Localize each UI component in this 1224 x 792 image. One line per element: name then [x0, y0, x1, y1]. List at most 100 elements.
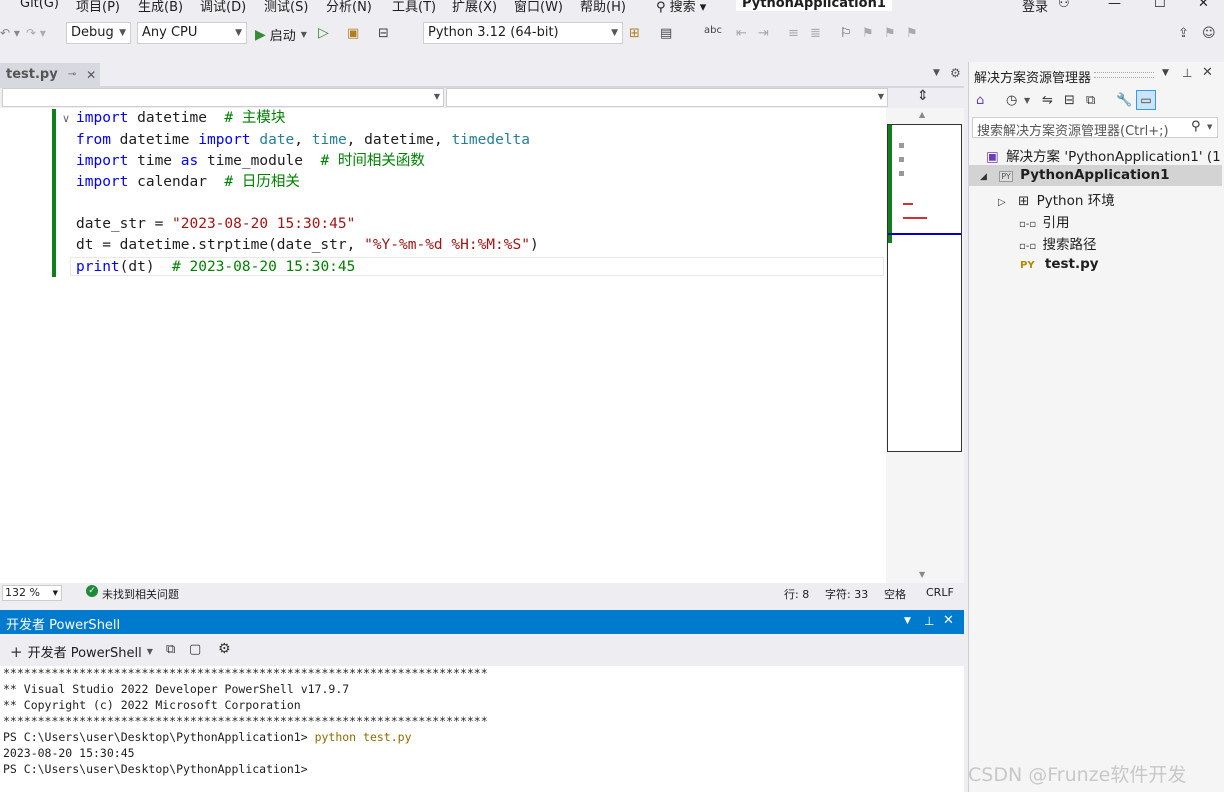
switch-views-icon[interactable]: ⌂ [976, 93, 984, 108]
tree-item-references[interactable]: ▫-▫ 引用 [1019, 211, 1069, 231]
menu-project[interactable]: 项目(P) [76, 0, 120, 14]
uncomment-icon[interactable]: ≣ [810, 26, 821, 41]
folder-icon[interactable]: ▣ [347, 26, 359, 41]
feedback-icon[interactable]: ☺ [1202, 26, 1216, 41]
menu-window[interactable]: 窗口(W) [514, 0, 563, 14]
menu-extensions[interactable]: 扩展(X) [452, 0, 497, 14]
issues-status[interactable]: 未找到相关问题 [102, 586, 179, 602]
sync-icon[interactable]: ⇋ [1042, 93, 1053, 108]
start-without-debugging-icon[interactable]: ▷ [318, 25, 329, 41]
nav-scope-dropdown[interactable]: ▼ [2, 88, 444, 107]
comment-icon[interactable]: ≡ [788, 26, 799, 41]
pin-icon[interactable]: ⊥ [924, 614, 934, 628]
bookmark-icon[interactable]: ⚐ [840, 26, 852, 41]
scroll-down-icon[interactable]: ▼ [919, 570, 925, 579]
menu-debug[interactable]: 调试(D) [200, 0, 246, 14]
expand-arrow-icon[interactable]: ◢ [980, 172, 987, 182]
comment: # 日历相关 [224, 174, 300, 190]
window-layout-icon[interactable]: ▤ [660, 26, 672, 41]
start-label: 启动 [269, 29, 296, 44]
close-icon[interactable]: ✕ [1202, 65, 1213, 80]
indent-icon[interactable]: ⇤ [736, 26, 747, 41]
column-indicator[interactable]: 字符: 33 [825, 586, 868, 602]
line-indicator[interactable]: 行: 8 [784, 586, 809, 602]
tree-item-python-env[interactable]: ▷ ⊞ Python 环境 [998, 189, 1115, 209]
tree-item-solution[interactable]: ▣ 解决方案 'PythonApplication1' (1 个 [986, 145, 1224, 165]
menu-build[interactable]: 生成(B) [138, 0, 183, 14]
pin-icon[interactable]: ⊸ [68, 69, 76, 80]
scrollbar-map[interactable] [887, 124, 962, 452]
preview-icon[interactable]: ▭ [1136, 90, 1156, 110]
zoom-dropdown[interactable]: 132 % ▼ [2, 585, 62, 601]
minimize-icon[interactable]: — [1108, 0, 1121, 11]
menu-analyze[interactable]: 分析(N) [326, 0, 372, 14]
start-button[interactable]: ▶ 启动 ▼ [255, 25, 307, 45]
clear-bookmarks-icon[interactable]: ⚑ [906, 26, 918, 41]
nav-member-dropdown[interactable]: ▼ [446, 88, 888, 107]
code-line-1: import datetime # 主模块 [76, 108, 285, 129]
next-bookmark-icon[interactable]: ⚑ [884, 26, 896, 41]
collapse-all-icon[interactable]: ⊟ [1064, 93, 1075, 108]
close-icon[interactable]: ✕ [943, 613, 954, 628]
menu-help[interactable]: 帮助(H) [580, 0, 626, 14]
split-editor-icon[interactable]: ⇕ [917, 88, 929, 104]
code-line-6: date_str = "2023-08-20 15:30:45" [76, 214, 355, 235]
tree-item-search-paths[interactable]: ▫-▫ 搜索路径 [1019, 233, 1096, 253]
spell-check-icon[interactable]: abc [704, 25, 722, 36]
live-share-icon[interactable]: ⇪ [1178, 26, 1189, 41]
paste-icon[interactable]: ▢ [189, 642, 201, 657]
collapse-icon[interactable]: ∨ [62, 112, 70, 125]
redo-icon[interactable]: ↷ ▾ [26, 26, 46, 40]
powershell-console[interactable]: ****************************************… [0, 666, 964, 792]
window-menu-icon[interactable]: ▼ [1162, 68, 1169, 78]
code-line-8: print(dt) # 2023-08-20 15:30:45 [76, 257, 355, 278]
menu-tools[interactable]: 工具(T) [392, 0, 436, 14]
scroll-up-icon[interactable]: ▲ [919, 110, 925, 119]
tab-test-py[interactable]: test.py ⊸ ✕ [0, 63, 100, 86]
drag-grip[interactable] [1094, 72, 1154, 78]
close-icon[interactable]: ✕ [86, 68, 96, 82]
tab-list-dropdown-icon[interactable]: ▼ [933, 68, 940, 78]
window-menu-icon[interactable]: ▼ [904, 616, 911, 626]
tree-item-project[interactable]: ◢ PY PythonApplication1 [980, 167, 1169, 183]
account-icon[interactable]: ⚇ [1058, 0, 1070, 11]
search-menu[interactable]: ⚲ 搜索 ▾ [656, 0, 706, 14]
tree-item-label: 搜索路径 [1042, 237, 1097, 253]
properties-icon[interactable]: 🔧 [1116, 93, 1132, 108]
show-all-files-icon[interactable]: ⧉ [1086, 93, 1095, 108]
gear-icon[interactable]: ⚙ [950, 66, 961, 80]
keyword: import [76, 110, 129, 126]
keyword: import [76, 153, 129, 169]
gear-icon[interactable]: ⚙ [218, 641, 231, 657]
history-icon[interactable]: ◷ [1006, 93, 1017, 108]
whitespace-indicator[interactable]: 空格 [884, 586, 906, 602]
configuration-dropdown[interactable]: Debug ▼ [66, 22, 131, 44]
close-window-icon[interactable]: ✕ [1198, 0, 1209, 11]
platform-dropdown[interactable]: Any CPU ▼ [137, 22, 247, 44]
collapsed-arrow-icon[interactable]: ▷ [998, 197, 1006, 208]
map-marker [899, 143, 904, 148]
outdent-icon[interactable]: ⇥ [758, 26, 769, 41]
tree-item-label: 引用 [1042, 215, 1070, 231]
console-line: ****************************************… [3, 666, 488, 680]
keyword: import [198, 132, 251, 148]
pin-icon[interactable]: ⊥ [1182, 66, 1192, 80]
tree-item-test-py[interactable]: PY test.py [1020, 256, 1099, 272]
menu-test[interactable]: 测试(S) [264, 0, 308, 14]
copy-icon[interactable]: ⧉ [166, 642, 175, 657]
zoom-value: 132 % [5, 586, 40, 599]
menu-git[interactable]: Git(G) [20, 0, 59, 11]
undo-icon[interactable]: ↶ ▾ [0, 26, 20, 40]
layout-icon[interactable]: ⊟ [378, 26, 389, 41]
package-icon[interactable]: ⊞ [629, 26, 640, 41]
new-terminal-button[interactable]: + 开发者 PowerShell ▼ [10, 642, 153, 662]
prev-bookmark-icon[interactable]: ⚑ [862, 26, 874, 41]
line-ending-indicator[interactable]: CRLF [926, 586, 954, 599]
maximize-icon[interactable]: ☐ [1154, 0, 1166, 11]
interpreter-dropdown[interactable]: Python 3.12 (64-bit) ▼ [423, 22, 623, 44]
chevron-down-icon[interactable]: ▼ [1024, 96, 1030, 105]
keyword: as [180, 153, 199, 169]
sign-in[interactable]: 登录 [1022, 0, 1048, 14]
code-text: , datetime, [346, 132, 452, 148]
solution-search-input[interactable]: 搜索解决方案资源管理器(Ctrl+;) ⚲ ▼ [972, 117, 1218, 139]
